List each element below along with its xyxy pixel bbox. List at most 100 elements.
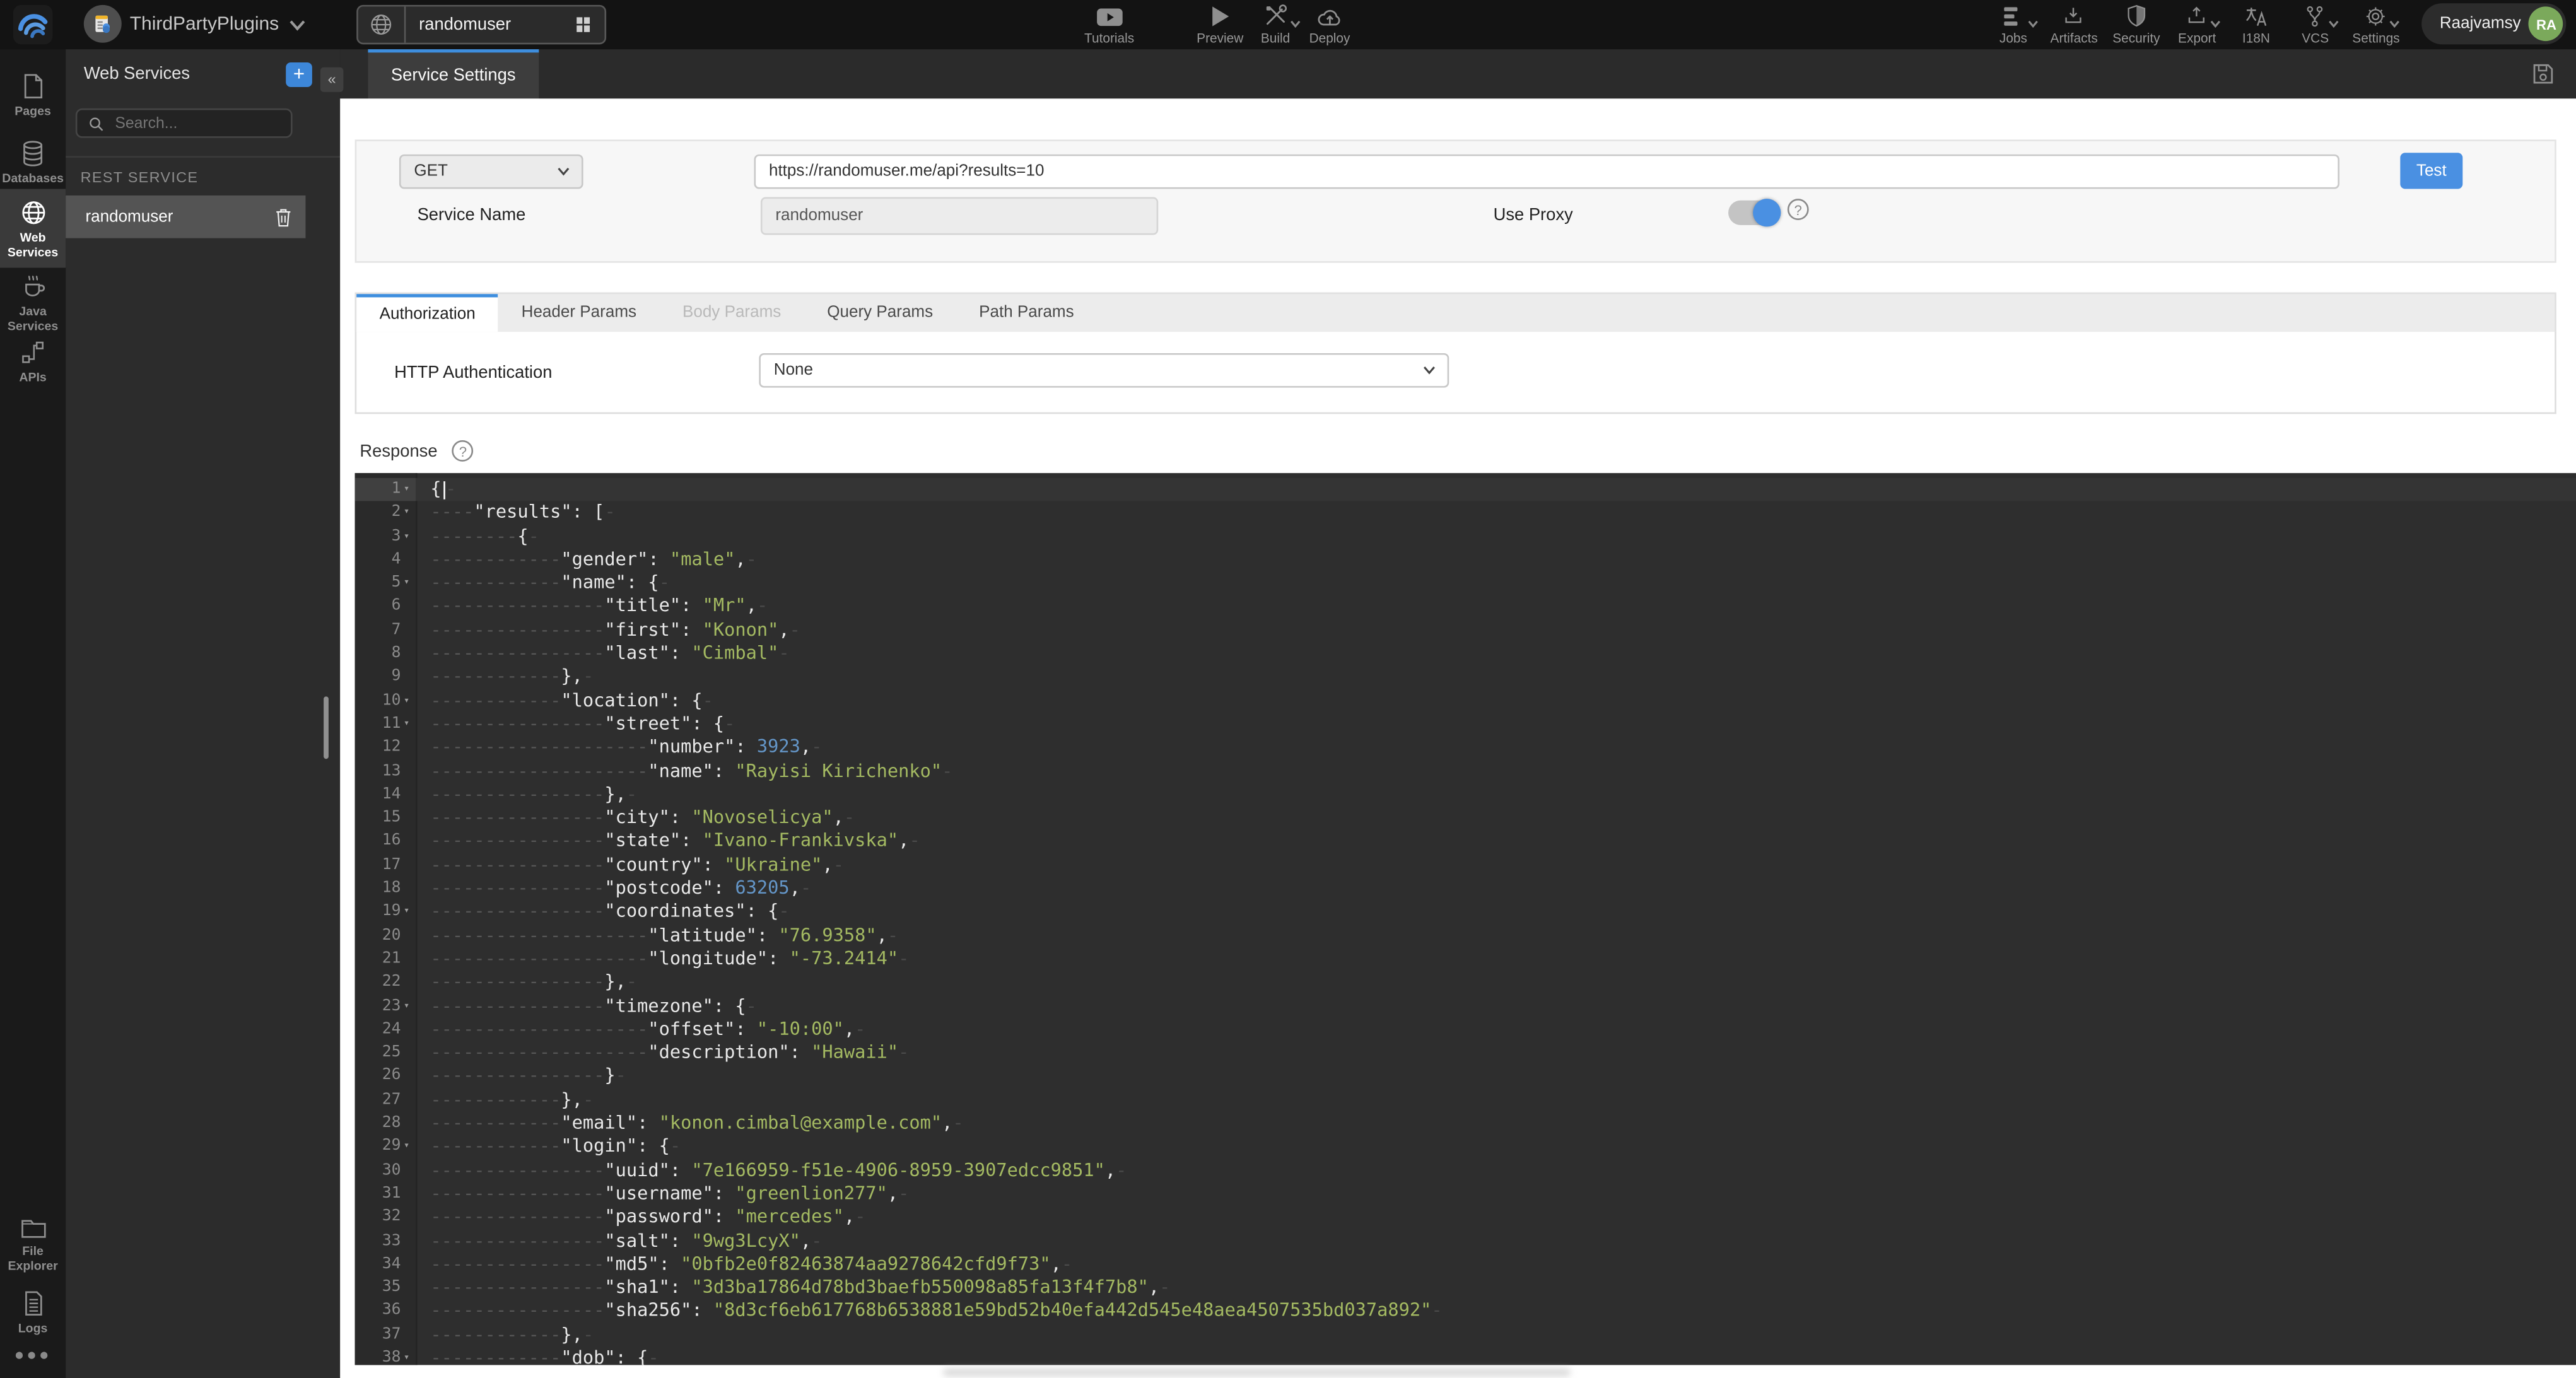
code-text[interactable]: ----------------"coordinates": {- bbox=[416, 901, 790, 924]
line-number[interactable]: 30 bbox=[355, 1159, 416, 1182]
line-number[interactable]: 31 bbox=[355, 1182, 416, 1206]
jobs-button[interactable]: Jobs bbox=[1991, 3, 2035, 46]
editor-line[interactable]: 13--------------------"name": "Rayisi Ki… bbox=[355, 760, 2576, 783]
settings-button[interactable]: Settings bbox=[2352, 3, 2399, 46]
editor-line[interactable]: 22----------------},- bbox=[355, 971, 2576, 995]
line-number[interactable]: 26 bbox=[355, 1065, 416, 1089]
line-number[interactable]: 12 bbox=[355, 737, 416, 760]
editor-line[interactable]: 23▾----------------"timezone": {- bbox=[355, 995, 2576, 1018]
fold-arrow-icon[interactable]: ▾ bbox=[401, 1136, 413, 1159]
editor-line[interactable]: 19▾----------------"coordinates": {- bbox=[355, 901, 2576, 924]
code-text[interactable]: ----"results": [- bbox=[416, 501, 616, 525]
line-number[interactable]: 22 bbox=[355, 971, 416, 995]
save-button[interactable] bbox=[2530, 61, 2556, 87]
editor-line[interactable]: 20--------------------"latitude": "76.93… bbox=[355, 924, 2576, 947]
tutorials-button[interactable]: Tutorials bbox=[1084, 3, 1134, 46]
panel-resize-handle[interactable] bbox=[324, 696, 329, 759]
sidebar-item-apis[interactable]: APIs bbox=[0, 339, 66, 385]
line-number[interactable]: 20 bbox=[355, 924, 416, 947]
editor-line[interactable]: 8----------------"last": "Cimbal"- bbox=[355, 643, 2576, 666]
line-number[interactable]: 9 bbox=[355, 666, 416, 689]
fold-arrow-icon[interactable]: ▾ bbox=[401, 995, 413, 1018]
line-number[interactable]: 24 bbox=[355, 1018, 416, 1041]
line-number[interactable]: 18 bbox=[355, 877, 416, 901]
line-number[interactable]: 35 bbox=[355, 1276, 416, 1300]
line-number[interactable]: 28 bbox=[355, 1112, 416, 1135]
code-text[interactable]: ----------------"timezone": {- bbox=[416, 995, 757, 1018]
vcs-button[interactable]: VCS bbox=[2293, 3, 2338, 46]
editor-line[interactable]: 14----------------},- bbox=[355, 783, 2576, 807]
code-text[interactable]: ----------------"street": {- bbox=[416, 713, 735, 736]
code-text[interactable]: ----------------"password": "mercedes",- bbox=[416, 1206, 865, 1229]
search-input[interactable] bbox=[112, 112, 283, 134]
code-text[interactable]: ----------------"state": "Ivano-Frankivs… bbox=[416, 831, 920, 854]
editor-line[interactable]: 4------------"gender": "male",- bbox=[355, 549, 2576, 572]
code-text[interactable]: ----------------"uuid": "7e166959-f51e-4… bbox=[416, 1159, 1127, 1182]
line-number[interactable]: 15 bbox=[355, 807, 416, 830]
code-text[interactable]: ------------"location": {- bbox=[416, 689, 713, 713]
code-text[interactable]: --------------------"longitude": "-73.24… bbox=[416, 948, 909, 971]
code-text[interactable]: ------------"email": "konon.cimbal@examp… bbox=[416, 1112, 964, 1135]
code-text[interactable]: ----------------"md5": "0bfb2e0f82463874… bbox=[416, 1253, 1072, 1276]
editor-line[interactable]: 11▾----------------"street": {- bbox=[355, 713, 2576, 736]
editor-line[interactable]: 5▾------------"name": {- bbox=[355, 572, 2576, 595]
sidebar-item-logs[interactable]: Logs bbox=[0, 1290, 66, 1336]
code-text[interactable]: ----------------"username": "greenlion27… bbox=[416, 1182, 909, 1206]
line-number[interactable]: 5▾ bbox=[355, 572, 416, 595]
deploy-button[interactable]: Deploy bbox=[1308, 3, 1352, 46]
sidebar-item-java-services[interactable]: Java Services bbox=[0, 272, 66, 333]
line-number[interactable]: 23▾ bbox=[355, 995, 416, 1018]
line-number[interactable]: 37 bbox=[355, 1323, 416, 1346]
code-text[interactable]: --------{- bbox=[416, 525, 539, 548]
line-number[interactable]: 32 bbox=[355, 1206, 416, 1229]
editor-line[interactable]: 25--------------------"description": "Ha… bbox=[355, 1042, 2576, 1065]
code-text[interactable]: --------------------"latitude": "76.9358… bbox=[416, 924, 898, 947]
editor-line[interactable]: 31----------------"username": "greenlion… bbox=[355, 1182, 2576, 1206]
line-number[interactable]: 17 bbox=[355, 854, 416, 877]
service-url-input[interactable] bbox=[754, 155, 2339, 189]
sidebar-item-databases[interactable]: Databases bbox=[0, 139, 66, 185]
editor-line[interactable]: 28------------"email": "konon.cimbal@exa… bbox=[355, 1112, 2576, 1135]
editor-line[interactable]: 35----------------"sha1": "3d3ba17864d78… bbox=[355, 1276, 2576, 1300]
code-text[interactable]: ----------------"postcode": 63205,- bbox=[416, 877, 811, 901]
wavemaker-logo[interactable] bbox=[13, 5, 53, 45]
sidebar-item-pages[interactable]: Pages bbox=[0, 73, 66, 119]
editor-line[interactable]: 17----------------"country": "Ukraine",- bbox=[355, 854, 2576, 877]
code-text[interactable]: ----------------"sha1": "3d3ba17864d78bd… bbox=[416, 1276, 1170, 1300]
editor-line[interactable]: 15----------------"city": "Novoselicya",… bbox=[355, 807, 2576, 830]
security-button[interactable]: Security bbox=[2112, 3, 2160, 46]
fold-arrow-icon[interactable]: ▾ bbox=[401, 713, 413, 736]
line-number[interactable]: 19▾ bbox=[355, 901, 416, 924]
editor-line[interactable]: 29▾------------"login": {- bbox=[355, 1136, 2576, 1159]
line-number[interactable]: 38▾ bbox=[355, 1347, 416, 1365]
line-number[interactable]: 27 bbox=[355, 1089, 416, 1112]
code-text[interactable]: ------------"login": {- bbox=[416, 1136, 681, 1159]
code-text[interactable]: ----------------"country": "Ukraine",- bbox=[416, 854, 844, 877]
editor-line[interactable]: 27------------},- bbox=[355, 1089, 2576, 1112]
service-name-input[interactable] bbox=[761, 197, 1158, 235]
code-text[interactable]: --------------------"description": "Hawa… bbox=[416, 1042, 909, 1065]
line-number[interactable]: 6 bbox=[355, 595, 416, 619]
code-text[interactable]: ------------"gender": "male",- bbox=[416, 549, 757, 572]
code-text[interactable]: --------------------"name": "Rayisi Kiri… bbox=[416, 760, 952, 783]
line-number[interactable]: 29▾ bbox=[355, 1136, 416, 1159]
tab-path-params[interactable]: Path Params bbox=[956, 294, 1098, 332]
http-method-select[interactable]: GET bbox=[399, 155, 583, 189]
line-number[interactable]: 7 bbox=[355, 619, 416, 642]
line-number[interactable]: 34 bbox=[355, 1253, 416, 1276]
http-authentication-select[interactable]: None bbox=[759, 353, 1449, 388]
code-text[interactable]: ----------------"city": "Novoselicya",- bbox=[416, 807, 855, 830]
line-number[interactable]: 25 bbox=[355, 1042, 416, 1065]
editor-line[interactable]: 38▾------------"dob": {- bbox=[355, 1347, 2576, 1365]
sidebar-item-file-explorer[interactable]: File Explorer bbox=[0, 1215, 66, 1273]
editor-line[interactable]: 21--------------------"longitude": "-73.… bbox=[355, 948, 2576, 971]
code-text[interactable]: ------------},- bbox=[416, 1089, 594, 1112]
service-list-item-randomuser[interactable]: randomuser bbox=[66, 196, 305, 238]
editor-line[interactable]: 36----------------"sha256": "8d3cf6eb617… bbox=[355, 1300, 2576, 1323]
code-text[interactable]: --------------------"offset": "-10:00",- bbox=[416, 1018, 865, 1041]
code-text[interactable]: ------------},- bbox=[416, 1323, 594, 1346]
collapse-panel-button[interactable]: « bbox=[320, 67, 343, 92]
line-number[interactable]: 4 bbox=[355, 549, 416, 572]
user-menu[interactable]: Raajvamsy RA bbox=[2421, 3, 2567, 44]
project-selector[interactable]: randomuser bbox=[356, 5, 606, 45]
